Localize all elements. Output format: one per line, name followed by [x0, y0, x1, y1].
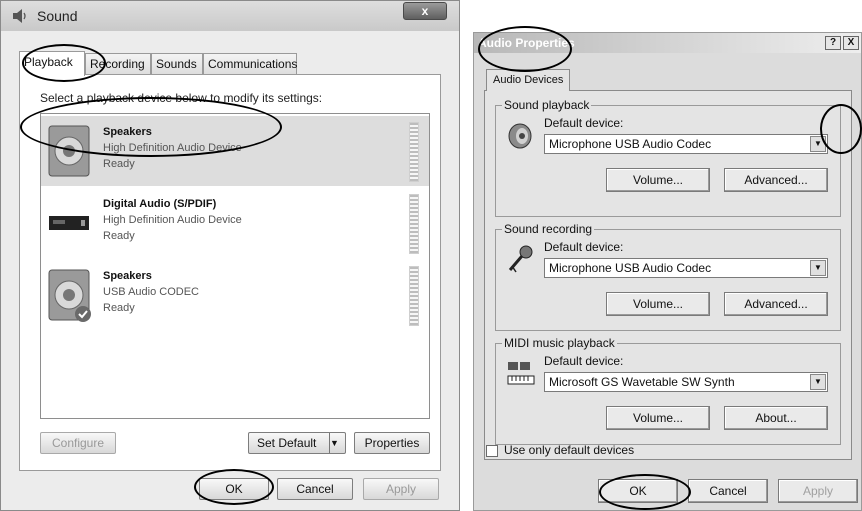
audio-titlebar[interactable]: Audio Properties ? X	[474, 33, 861, 53]
cancel-button[interactable]: Cancel	[688, 479, 768, 503]
playback-device-select[interactable]: Microphone USB Audio Codec ▼	[544, 134, 828, 154]
help-button[interactable]: ?	[825, 36, 841, 50]
cancel-button[interactable]: Cancel	[277, 478, 353, 500]
ok-button[interactable]: OK	[199, 478, 269, 500]
speaker-icon	[11, 8, 29, 24]
configure-button[interactable]: Configure	[40, 432, 116, 454]
playback-advanced-button[interactable]: Advanced...	[724, 168, 828, 192]
speaker-device-icon	[47, 124, 93, 180]
sound-dialog: Sound x Playback Recording Sounds Commun…	[0, 0, 460, 511]
recording-device-select[interactable]: Microphone USB Audio Codec ▼	[544, 258, 828, 278]
speaker-default-device-icon	[47, 268, 93, 324]
selected-value: Microsoft GS Wavetable SW Synth	[549, 375, 735, 389]
set-default-button[interactable]: Set Default ▼	[248, 432, 346, 454]
device-item-digital-audio[interactable]: Digital Audio (S/PDIF) High Definition A…	[41, 188, 429, 258]
close-button[interactable]: x	[403, 2, 447, 20]
recording-advanced-button[interactable]: Advanced...	[724, 292, 828, 316]
ok-button[interactable]: OK	[598, 479, 678, 503]
midi-volume-button[interactable]: Volume...	[606, 406, 710, 430]
set-default-label: Set Default	[257, 436, 317, 450]
device-item-speakers-hd[interactable]: Speakers High Definition Audio Device Re…	[41, 116, 429, 186]
midi-playback-group: MIDI music playback Default device: Micr…	[495, 336, 841, 445]
device-list: Speakers High Definition Audio Device Re…	[40, 113, 430, 419]
chevron-down-icon[interactable]: ▼	[329, 433, 345, 453]
playback-prompt: Select a playback device below to modify…	[40, 91, 323, 105]
device-status: Ready	[103, 302, 135, 314]
chevron-down-icon[interactable]: ▼	[810, 374, 826, 390]
tab-audio-devices[interactable]: Audio Devices	[486, 69, 571, 91]
tab-sounds[interactable]: Sounds	[151, 53, 203, 75]
chevron-down-icon[interactable]: ▼	[810, 136, 826, 152]
default-device-label: Default device:	[544, 354, 624, 368]
apply-button[interactable]: Apply	[778, 479, 858, 503]
audio-devices-panel: Sound playback Default device: Microphon…	[484, 90, 852, 460]
default-device-label: Default device:	[544, 240, 624, 254]
volume-meter	[409, 122, 419, 182]
group-legend: MIDI music playback	[502, 336, 617, 350]
volume-meter	[409, 266, 419, 326]
tab-playback[interactable]: Playback	[19, 51, 85, 76]
speaker-icon	[506, 120, 536, 150]
close-button[interactable]: X	[843, 36, 859, 50]
apply-button[interactable]: Apply	[363, 478, 439, 500]
device-status: Ready	[103, 230, 135, 242]
properties-button[interactable]: Properties	[354, 432, 430, 454]
use-only-default-checkbox[interactable]	[486, 445, 498, 457]
device-description: USB Audio CODEC	[103, 286, 199, 298]
midi-keyboard-icon	[506, 358, 536, 388]
group-legend: Sound playback	[502, 98, 592, 112]
midi-about-button[interactable]: About...	[724, 406, 828, 430]
sound-playback-group: Sound playback Default device: Microphon…	[495, 98, 841, 217]
device-item-speakers-usb[interactable]: Speakers USB Audio CODEC Ready	[41, 260, 429, 330]
device-name: Digital Audio (S/PDIF)	[103, 198, 217, 210]
sound-recording-group: Sound recording Default device: Micropho…	[495, 222, 841, 331]
microphone-icon	[506, 244, 536, 274]
use-only-default-label: Use only default devices	[504, 443, 635, 457]
device-name: Speakers	[103, 270, 152, 282]
sound-titlebar[interactable]: Sound x	[1, 1, 459, 31]
chevron-down-icon[interactable]: ▼	[810, 260, 826, 276]
playback-volume-button[interactable]: Volume...	[606, 168, 710, 192]
audio-properties-dialog: Audio Properties ? X Audio Devices Sound…	[473, 32, 862, 511]
playback-panel: Select a playback device below to modify…	[19, 74, 441, 471]
selected-value: Microphone USB Audio Codec	[549, 137, 712, 151]
device-name: Speakers	[103, 126, 152, 138]
sound-title: Sound	[37, 8, 78, 24]
audio-title: Audio Properties	[478, 36, 575, 50]
device-description: High Definition Audio Device	[103, 214, 242, 226]
tab-recording[interactable]: Recording	[85, 53, 151, 75]
group-legend: Sound recording	[502, 222, 595, 236]
device-status: Ready	[103, 158, 135, 170]
spdif-device-icon	[47, 196, 93, 252]
midi-device-select[interactable]: Microsoft GS Wavetable SW Synth ▼	[544, 372, 828, 392]
recording-volume-button[interactable]: Volume...	[606, 292, 710, 316]
default-device-label: Default device:	[544, 116, 624, 130]
selected-value: Microphone USB Audio Codec	[549, 261, 712, 275]
device-description: High Definition Audio Device	[103, 142, 242, 154]
tab-communications[interactable]: Communications	[203, 53, 297, 75]
volume-meter	[409, 194, 419, 254]
